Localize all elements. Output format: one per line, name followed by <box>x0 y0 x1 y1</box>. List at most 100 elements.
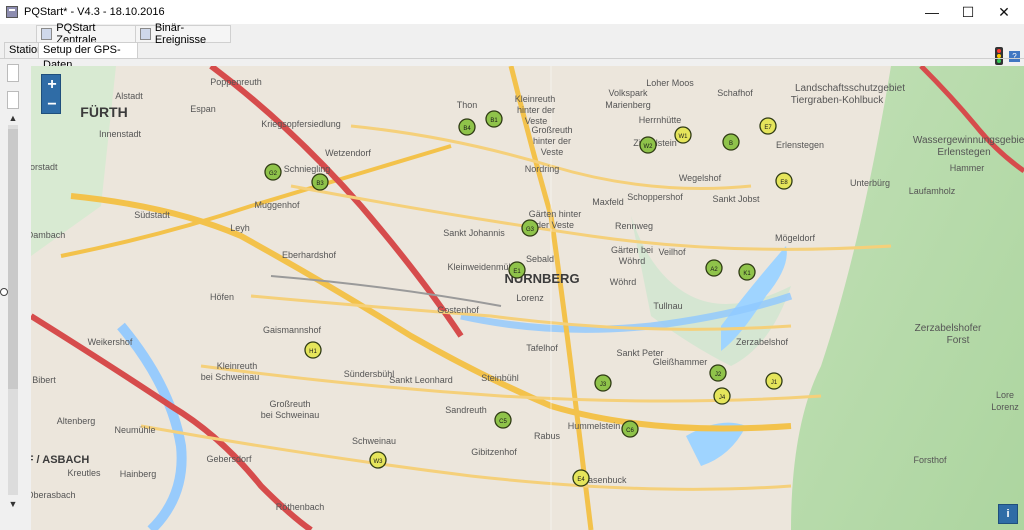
map-label: Gostenhof <box>437 305 479 315</box>
marker-code: E7 <box>764 125 772 131</box>
map-label: Großreuth <box>269 399 310 409</box>
map-marker[interactable]: J1 <box>765 372 783 390</box>
map-label: Veste <box>541 147 564 157</box>
map-label: Lore <box>996 390 1014 400</box>
left-button-top[interactable] <box>7 64 19 82</box>
map-label: Bibert <box>32 375 56 385</box>
map-label: Unterbürg <box>850 178 890 188</box>
map-marker[interactable]: E8 <box>775 172 793 190</box>
map-label: Tiergraben-Kohlbuck <box>791 95 884 106</box>
scroll-thumb[interactable] <box>8 129 18 389</box>
zoom-in-button[interactable]: + <box>42 75 62 95</box>
map-label: Mögeldorf <box>775 233 816 243</box>
map-label: der Veste <box>536 220 574 230</box>
marker-code: B1 <box>490 118 498 124</box>
map-label: Hainberg <box>120 469 157 479</box>
map-marker[interactable]: E7 <box>759 117 777 135</box>
marker-code: A2 <box>710 267 718 273</box>
map-label: Schafhof <box>717 88 753 98</box>
marker-code: B4 <box>463 126 471 132</box>
map-label: Wöhrd <box>610 277 637 287</box>
map-label: Rennweg <box>615 221 653 231</box>
map-label: hinter der <box>517 105 555 115</box>
map-label: Thon <box>457 100 478 110</box>
marker-code: E1 <box>513 269 521 275</box>
map-label: Sankt Johannis <box>443 228 505 238</box>
pqstart-zentrale-button[interactable]: PQStart Zentrale <box>36 22 138 46</box>
map-marker[interactable]: J2 <box>709 364 727 382</box>
map-marker[interactable]: G2 <box>264 163 282 181</box>
map-label: Laufamholz <box>909 186 956 196</box>
map-label: Lorenz <box>991 402 1019 412</box>
map-marker[interactable]: J3 <box>594 374 612 392</box>
map-marker[interactable]: E4 <box>572 469 590 487</box>
map-marker[interactable]: C5 <box>494 411 512 429</box>
close-button[interactable]: ✕ <box>987 0 1021 24</box>
map-marker[interactable]: W3 <box>369 451 387 469</box>
scroll-up-icon[interactable]: ▲ <box>8 113 18 123</box>
map-label: Marienberg <box>605 100 651 110</box>
map-label: Wegelshof <box>679 173 722 183</box>
map-label: Schoppershof <box>627 192 683 202</box>
binaer-ereignisse-button[interactable]: Binär-Ereignisse <box>135 22 231 46</box>
map-label: Neumühle <box>114 425 155 435</box>
map-label: Schweinau <box>352 436 396 446</box>
map-view[interactable]: FÜRTH Poppenreuth Alstadt Espan Innenstadt Kr… <box>31 66 1024 530</box>
map-marker[interactable]: B3 <box>311 173 329 191</box>
splitter-handle[interactable] <box>0 288 8 296</box>
map-label: Veilhof <box>658 247 686 257</box>
tab-setup-gps[interactable]: Setup der GPS-Daten <box>38 42 138 71</box>
map-label: Dambach <box>31 230 65 240</box>
map-marker[interactable]: A2 <box>705 259 723 277</box>
map-label: Tafelhof <box>526 343 558 353</box>
map-marker[interactable]: B <box>722 133 740 151</box>
zoom-out-button[interactable]: − <box>42 95 62 115</box>
map-label: Alstadt <box>115 91 143 101</box>
map-marker[interactable]: H1 <box>304 341 322 359</box>
map-label: Zerzabelshof <box>736 337 789 347</box>
map-label: bei Schweinau <box>201 372 260 382</box>
map-label: Zerzabelshofer <box>915 323 982 334</box>
map-marker[interactable]: C6 <box>621 420 639 438</box>
map-marker[interactable]: E1 <box>508 261 526 279</box>
map-label: Sebald <box>526 254 554 264</box>
map-marker[interactable]: G3 <box>521 219 539 237</box>
marker-code: G3 <box>526 227 535 233</box>
map-label: Landschaftsschutzgebiet <box>795 83 905 94</box>
marker-code: C6 <box>626 428 634 434</box>
scroll-down-icon[interactable]: ▼ <box>8 499 18 509</box>
marker-code: G2 <box>269 171 278 177</box>
marker-code: K1 <box>743 271 751 277</box>
map-label: Forst <box>947 335 970 346</box>
map-label: bei Schweinau <box>261 410 320 420</box>
map-label: Tullnau <box>653 301 682 311</box>
map-label: Südstadt <box>134 210 170 220</box>
map-label: Kriegsopfersiedlung <box>261 119 341 129</box>
marker-code: B <box>729 141 733 147</box>
tab-bar: Station Setup der GPS-Daten <box>0 42 1024 71</box>
map-label: Röthenbach <box>276 502 325 512</box>
maximize-button[interactable]: ☐ <box>951 0 985 24</box>
left-input[interactable] <box>7 91 19 109</box>
map-marker[interactable]: J4 <box>713 387 731 405</box>
marker-code: J2 <box>715 372 722 378</box>
map-label: Espan <box>190 104 216 114</box>
map-marker[interactable]: W2 <box>639 136 657 154</box>
marker-code: J3 <box>600 382 607 388</box>
marker-code: W1 <box>679 134 689 140</box>
map-marker[interactable]: K1 <box>738 263 756 281</box>
info-button[interactable]: i <box>998 504 1018 524</box>
map-marker[interactable]: W1 <box>674 126 692 144</box>
minimize-button[interactable]: — <box>915 0 949 24</box>
map-label: Sandreuth <box>445 405 487 415</box>
window-title: PQStart* - V4.3 - 18.10.2016 <box>24 6 165 18</box>
map-marker[interactable]: B4 <box>458 118 476 136</box>
map-label: Muggenhof <box>254 200 300 210</box>
map-label: Altenberg <box>57 416 96 426</box>
map-label: Gärten bei <box>611 245 653 255</box>
map-label: Poppenreuth <box>210 77 262 87</box>
map-label: Weikershof <box>88 337 133 347</box>
marker-code: C5 <box>499 419 507 425</box>
map-label: Steinbühl <box>481 373 519 383</box>
map-marker[interactable]: B1 <box>485 110 503 128</box>
